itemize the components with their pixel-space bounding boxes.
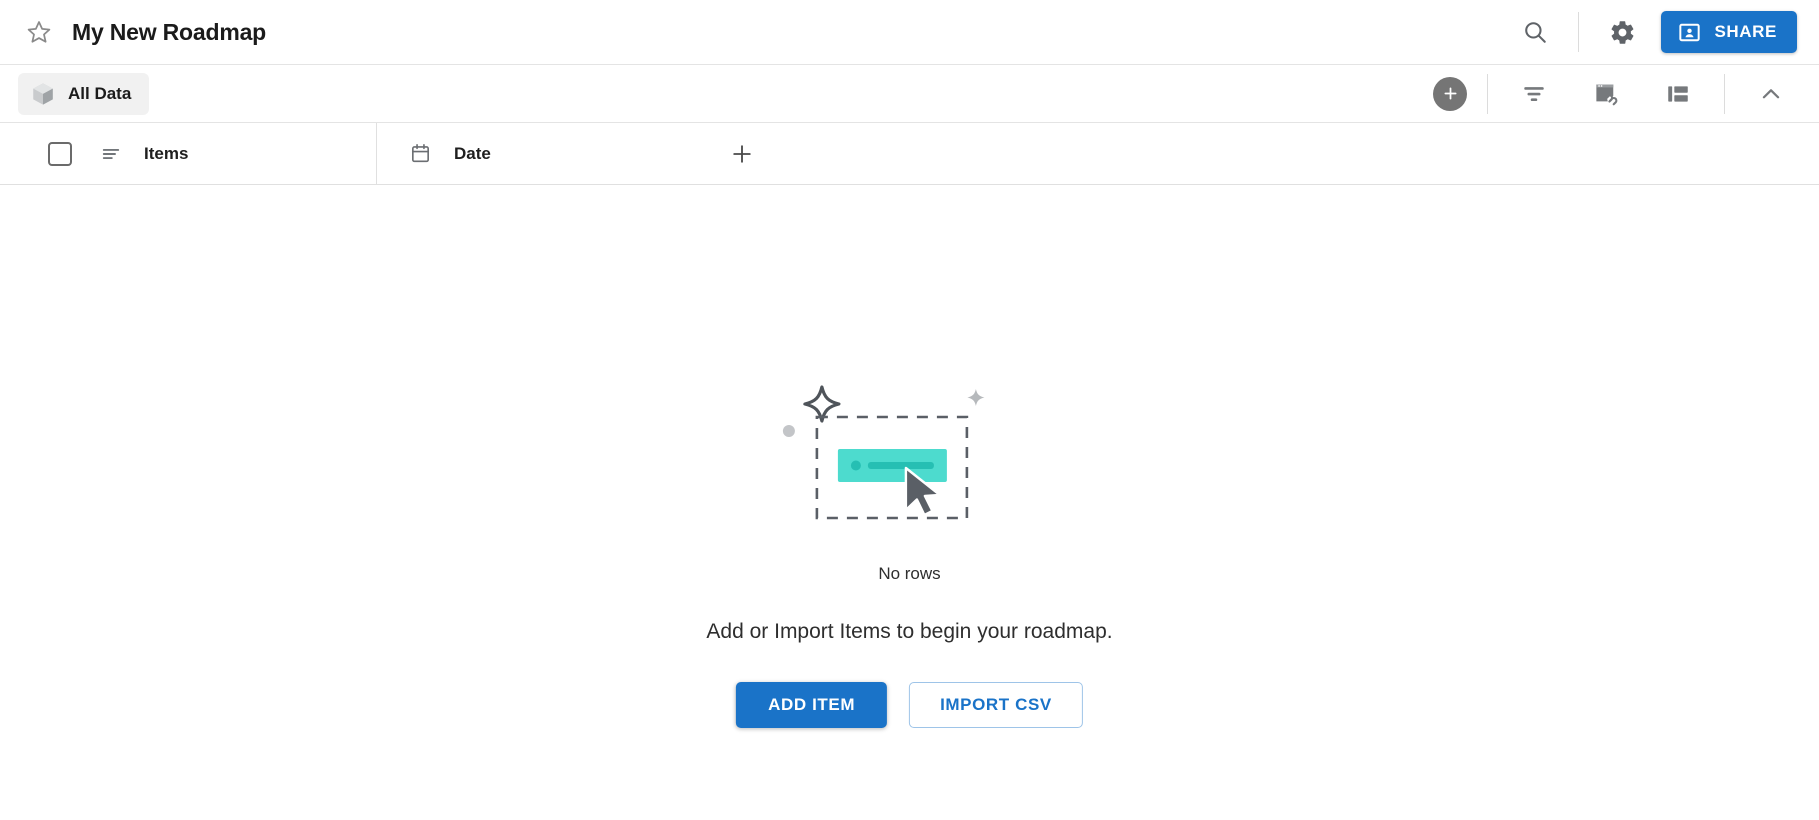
empty-state-actions: ADD ITEM IMPORT CSV [736,682,1083,728]
favorite-star-icon[interactable] [22,15,56,49]
roadmap-app: My New Roadmap SHARE [0,0,1819,820]
column-date: Date [377,123,697,184]
teal-card-bar [867,462,933,469]
add-item-button[interactable]: ADD ITEM [736,682,887,728]
title-bar: My New Roadmap SHARE [0,0,1819,65]
person-card-icon [1677,20,1702,45]
add-row-button[interactable] [1433,77,1467,111]
table-column-header-row: Items Date [0,123,1819,185]
column-items-label[interactable]: Items [144,144,188,164]
select-all-checkbox[interactable] [48,142,72,166]
calendar-icon[interactable] [409,142,432,165]
chevron-up-icon[interactable] [1745,71,1797,117]
share-button[interactable]: SHARE [1661,11,1797,53]
panel-layout-icon[interactable] [1652,71,1704,117]
view-toolbar: All Data [0,65,1819,123]
column-date-label[interactable]: Date [454,144,491,164]
empty-state-caption: No rows [878,564,940,584]
gear-icon[interactable] [1599,9,1645,55]
tab-all-data-label: All Data [68,84,131,104]
add-column-button[interactable] [697,123,787,184]
share-button-label: SHARE [1714,22,1777,42]
search-icon[interactable] [1512,9,1558,55]
window-link-icon[interactable] [1580,71,1632,117]
titlebar-divider [1578,12,1579,52]
table-body-canvas: No rows Add or Import Items to begin you… [0,185,1819,820]
filter-funnel-icon[interactable] [1508,71,1560,117]
empty-state: No rows Add or Import Items to begin you… [706,385,1112,728]
text-lines-icon[interactable] [100,143,122,165]
page-title[interactable]: My New Roadmap [72,19,266,46]
teal-card-dot [850,461,860,471]
sparkle-small-icon [967,389,984,406]
tab-all-data[interactable]: All Data [18,73,149,115]
empty-rows-illustration [779,385,1039,550]
toolbar-divider-left [1487,74,1488,114]
cube-icon [30,81,56,107]
empty-state-message: Add or Import Items to begin your roadma… [706,620,1112,644]
toolbar-divider-right [1724,74,1725,114]
column-items: Items [0,123,377,184]
dot-icon [782,425,794,437]
import-csv-button[interactable]: IMPORT CSV [909,682,1083,728]
